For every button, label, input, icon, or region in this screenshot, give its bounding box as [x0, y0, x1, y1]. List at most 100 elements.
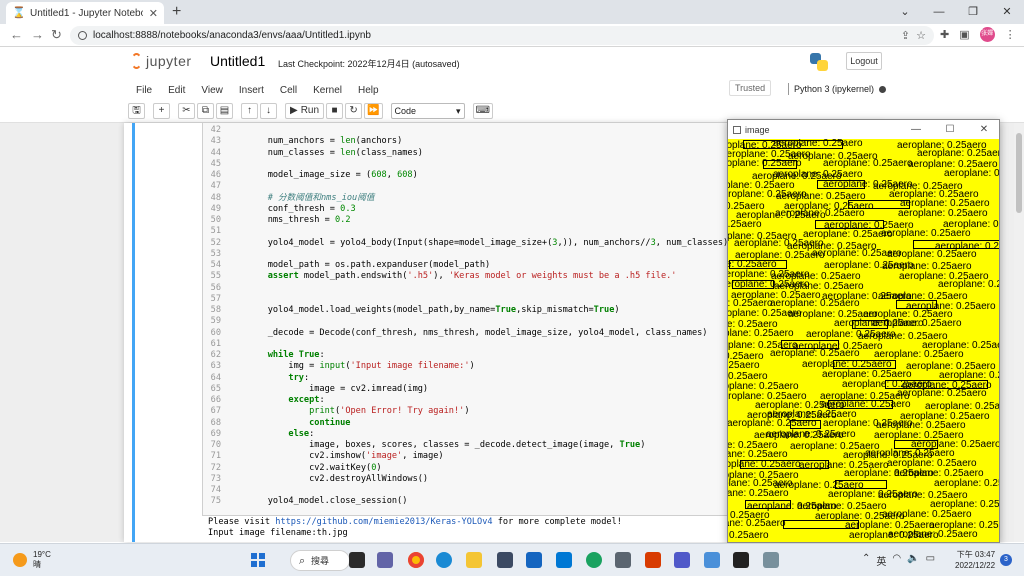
code-line: 51 — [203, 226, 247, 237]
profile-avatar[interactable]: 张嬋 — [979, 27, 995, 42]
back-icon[interactable]: ← — [10, 27, 23, 43]
insert-cell-icon[interactable]: + — [153, 103, 170, 119]
side-panel-icon[interactable]: ▣ — [959, 28, 969, 41]
keyboard-icon[interactable]: ⌨ — [472, 103, 493, 119]
store-icon[interactable] — [497, 552, 513, 568]
checkpoint-status: Last Checkpoint: 2022年12月4日 (autosaved) — [278, 59, 460, 69]
close-icon[interactable]: ✕ — [149, 7, 158, 20]
image-window-titlebar[interactable]: image — ☐ ✕ — [728, 120, 999, 139]
system-clock[interactable]: 下午 03:47 2022/12/22 — [955, 549, 995, 571]
battery-icon[interactable]: ▭ — [926, 553, 935, 568]
minimize-icon[interactable]: — — [922, 0, 956, 24]
maximize-icon[interactable]: ☐ — [935, 124, 965, 135]
code-line: 71 cv2.imshow('image', image) — [203, 451, 444, 462]
more-menu-icon[interactable]: ⋮ — [1005, 28, 1016, 41]
cut-icon[interactable]: ✂ — [178, 103, 195, 119]
line-number: 67 — [210, 406, 221, 417]
forward-icon[interactable]: → — [31, 27, 44, 43]
code-text: continue — [309, 417, 351, 428]
detection-label: aeroplane: 0.25aero — [728, 488, 789, 499]
menu-view[interactable]: View — [193, 85, 231, 96]
line-number: 56 — [210, 282, 221, 293]
line-number: 53 — [210, 248, 221, 259]
restart-icon[interactable]: ↻ — [345, 103, 363, 119]
taskbar-search[interactable]: 搜尋 — [290, 550, 350, 572]
calculator-icon[interactable] — [615, 552, 631, 568]
stop-icon[interactable]: ■ — [326, 103, 344, 119]
scrollbar-thumb[interactable] — [1016, 133, 1022, 213]
teams-chat-icon[interactable] — [377, 552, 393, 568]
extensions-icon[interactable]: ✚ — [940, 28, 949, 41]
teams-icon[interactable] — [674, 552, 690, 568]
chevron-up-icon[interactable]: ⌃ — [862, 553, 870, 568]
bounding-box — [828, 400, 893, 409]
restore-icon[interactable]: ❐ — [956, 0, 990, 24]
close-window-icon[interactable]: ✕ — [990, 0, 1024, 24]
line-number: 45 — [210, 158, 221, 169]
play-icon: ▶ — [290, 105, 298, 116]
run-button[interactable]: ▶ Run — [285, 103, 325, 119]
jupyter-logo[interactable]: jupyter — [131, 53, 192, 69]
paste-icon[interactable]: ▤ — [216, 103, 233, 119]
app-icon[interactable] — [556, 552, 572, 568]
bounding-box — [732, 280, 774, 289]
terminal-icon[interactable] — [733, 552, 749, 568]
code-line: 69 else: — [203, 429, 315, 440]
page-scrollbar[interactable] — [1014, 123, 1024, 542]
trusted-badge[interactable]: Trusted — [729, 80, 772, 96]
bookmark-star-icon[interactable]: ☆ — [916, 29, 926, 42]
github-link[interactable]: https://github.com/miemie2013/Keras-YOLO… — [275, 517, 492, 527]
line-number: 54 — [210, 260, 221, 270]
menu-insert[interactable]: Insert — [231, 85, 272, 96]
menu-cell[interactable]: Cell — [272, 85, 305, 96]
chevron-down-icon[interactable]: ⌄ — [888, 0, 922, 24]
wifi-icon[interactable]: ◠ — [892, 553, 901, 568]
mail-icon[interactable] — [526, 552, 542, 568]
snipping-tool-icon[interactable] — [704, 552, 720, 568]
file-explorer-icon[interactable] — [466, 552, 482, 568]
move-down-icon[interactable]: ↓ — [260, 103, 277, 119]
move-up-icon[interactable]: ↑ — [241, 103, 258, 119]
windows-start-icon[interactable] — [251, 553, 265, 567]
close-icon[interactable]: ✕ — [969, 124, 999, 135]
notebook-name[interactable]: Untitled1 — [210, 53, 265, 69]
chrome-icon[interactable] — [408, 552, 424, 568]
jupyter-favicon-icon: ⌛ — [12, 7, 26, 19]
line-number: 42 — [210, 125, 221, 135]
image-window[interactable]: image — ☐ ✕ aeroplane: 0.25aero aeroplane… — [727, 119, 1000, 543]
line-number: 65 — [210, 383, 221, 394]
input-method-indicator[interactable]: 英 — [876, 553, 886, 568]
menu-edit[interactable]: Edit — [160, 85, 193, 96]
line-app-icon[interactable] — [586, 552, 602, 568]
detection-label: aeroplane: 0.25aero — [770, 348, 860, 359]
volume-icon[interactable]: 🔈 — [907, 553, 919, 568]
menu-kernel[interactable]: Kernel — [305, 85, 350, 96]
office-icon[interactable] — [645, 552, 661, 568]
cell-type-select[interactable]: Code — [390, 103, 465, 119]
logout-button[interactable]: Logout — [846, 52, 882, 70]
app-icon[interactable] — [763, 552, 779, 568]
code-line: 61 — [203, 339, 247, 350]
minimize-icon[interactable]: — — [901, 124, 931, 135]
menu-file[interactable]: File — [128, 85, 160, 96]
weather-widget[interactable]: 19°C 晴 — [13, 550, 51, 570]
code-text: image, boxes, scores, classes = _decode.… — [247, 440, 646, 450]
new-tab-icon[interactable]: + — [172, 3, 181, 21]
line-number: 64 — [210, 372, 221, 383]
address-bar[interactable]: localhost:8888/notebooks/anaconda3/envs/… — [70, 26, 934, 45]
menu-help[interactable]: Help — [350, 85, 387, 96]
site-info-icon[interactable] — [78, 31, 87, 40]
edge-icon[interactable] — [436, 552, 452, 568]
task-view-icon[interactable] — [349, 552, 365, 568]
restart-run-all-icon[interactable]: ⏩ — [364, 103, 383, 119]
share-icon[interactable]: ⇪ — [901, 29, 910, 42]
reload-icon[interactable]: ↻ — [51, 27, 62, 43]
save-icon[interactable]: 🖫 — [128, 103, 145, 119]
bounding-box — [783, 520, 859, 529]
browser-tab[interactable]: ⌛ Untitled1 - Jupyter Notebook ✕ — [6, 2, 164, 24]
line-number: 52 — [210, 237, 221, 248]
notification-badge[interactable]: 3 — [1000, 554, 1012, 566]
copy-icon[interactable]: ⧉ — [197, 103, 214, 119]
